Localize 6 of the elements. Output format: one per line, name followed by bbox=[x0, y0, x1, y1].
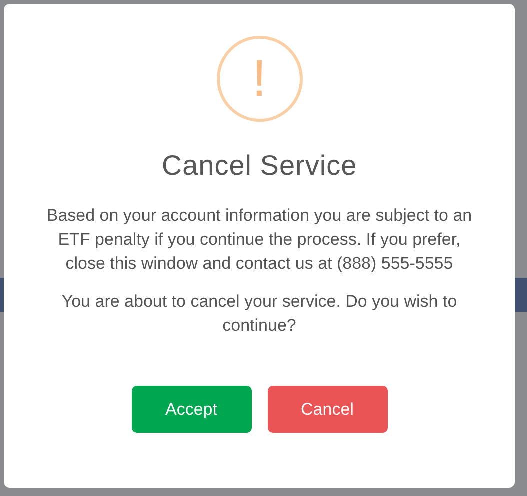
accept-button[interactable]: Accept bbox=[132, 386, 252, 433]
warning-icon: ! bbox=[216, 36, 302, 122]
dialog-message: You are about to cancel your service. Do you wish to continue? bbox=[60, 291, 458, 337]
dialog-message: Based on your account information you are subject to an ETF penalty if you continue the process. If you prefer, close this window and contact us at (888) 555-5555 bbox=[46, 205, 474, 275]
dialog-title: Cancel Service bbox=[162, 150, 358, 182]
cancel-button[interactable]: Cancel bbox=[268, 386, 388, 433]
